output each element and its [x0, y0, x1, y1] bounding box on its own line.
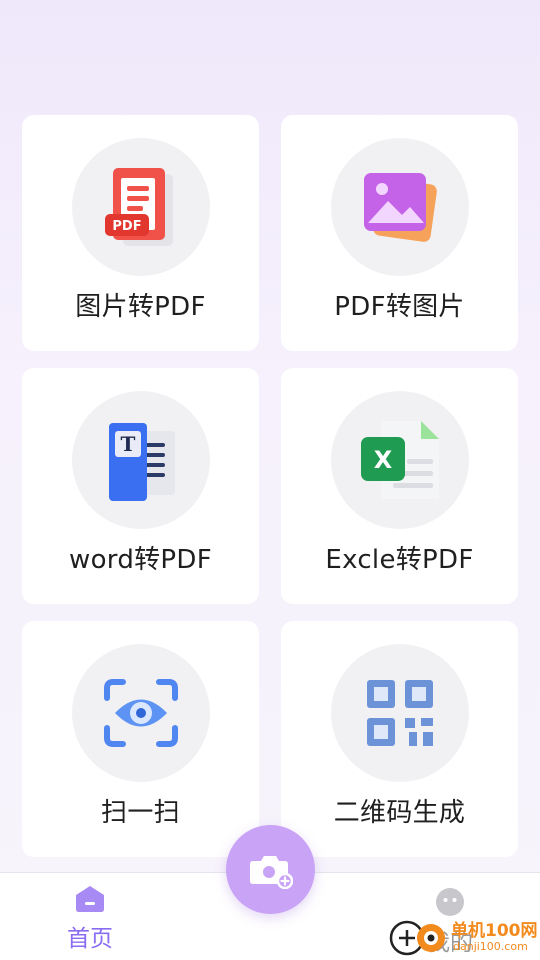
tool-icon-circle: PDF: [71, 138, 210, 276]
tool-label: 二维码生成: [333, 798, 466, 828]
tool-card-qr-generator[interactable]: 二维码生成: [281, 621, 518, 857]
tool-label: word转PDF: [69, 545, 212, 575]
tool-icon-circle: X: [330, 391, 469, 529]
nav-tab-home[interactable]: 首页: [60, 885, 120, 953]
watermark-site: 单机100网: [451, 921, 538, 941]
tool-card-pdf-to-image[interactable]: PDF转图片: [281, 115, 518, 351]
tool-card-image-to-pdf[interactable]: PDF 图片转PDF: [22, 115, 259, 351]
qr-code-icon: [366, 680, 433, 746]
tool-card-word-to-pdf[interactable]: T word转PDF: [22, 368, 259, 604]
tool-icon-circle: T: [71, 391, 210, 529]
tool-icon-circle: [330, 644, 469, 782]
home-icon: [76, 886, 104, 912]
tool-grid: PDF 图片转PDF PDF转图片 T word转PDF X Excle转PDF…: [22, 115, 518, 857]
svg-text:PDF: PDF: [112, 219, 141, 234]
tool-icon-circle: [330, 138, 469, 276]
excel-document-icon: X: [360, 421, 439, 499]
watermark-logo-icon: [389, 920, 445, 956]
tool-card-scan[interactable]: 扫一扫: [22, 621, 259, 857]
svg-text:T: T: [120, 432, 135, 456]
pdf-document-icon: PDF: [104, 168, 173, 246]
tool-label: PDF转图片: [334, 292, 465, 322]
camera-add-icon: [249, 855, 293, 889]
tool-label: 图片转PDF: [75, 292, 206, 322]
tool-label: 扫一扫: [101, 798, 180, 828]
nav-home-label: 首页: [67, 926, 113, 952]
scan-eye-icon: [103, 679, 178, 747]
svg-text:X: X: [373, 446, 392, 474]
tool-label: Excle转PDF: [325, 545, 474, 575]
tool-icon-circle: [71, 644, 210, 782]
tool-card-excel-to-pdf[interactable]: X Excle转PDF: [281, 368, 518, 604]
watermark: 单机100网 danji100.com: [385, 912, 540, 960]
image-icon: [363, 173, 437, 242]
watermark-url: danji100.com: [453, 940, 528, 953]
camera-button[interactable]: [226, 825, 315, 914]
word-document-icon: T: [108, 423, 175, 501]
